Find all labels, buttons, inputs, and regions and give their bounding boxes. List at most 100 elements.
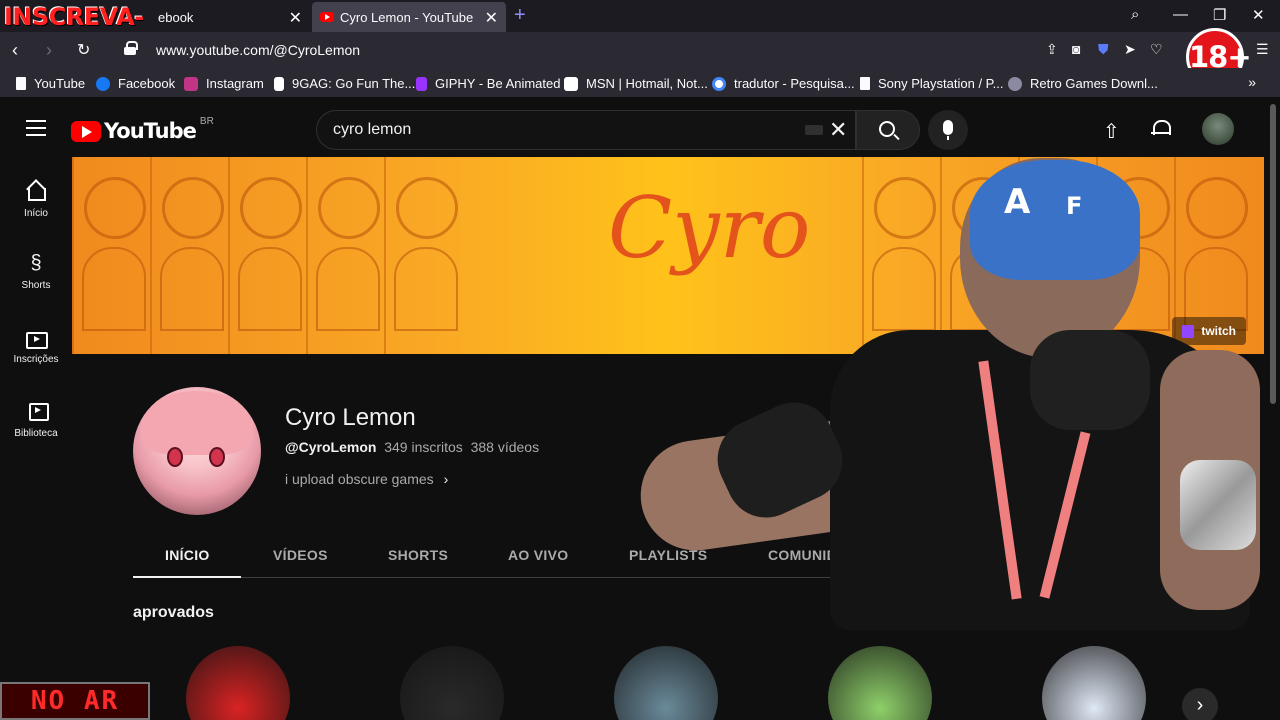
microphone-icon (943, 120, 953, 140)
voice-search-button[interactable] (928, 110, 968, 150)
address-bar[interactable]: www.youtube.com/@CyroLemon (156, 42, 360, 58)
bookmark-instagram[interactable]: Instagram (184, 76, 264, 91)
close-window-icon[interactable]: ✕ (1252, 6, 1265, 24)
sidebar-item-subscriptions[interactable]: Inscrições (0, 326, 72, 365)
close-tab-icon[interactable]: ✕ (289, 8, 302, 28)
featured-channel-avatar[interactable] (400, 646, 504, 720)
menu-icon[interactable]: ☰ (1256, 41, 1269, 58)
sidebar-item-label: Inscrições (13, 354, 59, 365)
chevron-right-icon: › (443, 471, 449, 487)
bookmark-playstation[interactable]: Sony Playstation / P... (860, 76, 1004, 91)
chevron-right-icon[interactable]: › (1182, 688, 1218, 720)
tab-label: Cyro Lemon - YouTube (340, 9, 474, 25)
forward-icon[interactable]: › (46, 40, 52, 61)
bookmark-label: YouTube (34, 76, 86, 91)
library-icon (25, 400, 49, 422)
featured-channel-avatar[interactable] (828, 646, 932, 720)
bookmark-facebook[interactable]: Facebook (96, 76, 175, 91)
google-icon (712, 76, 726, 91)
streamer-overlay: A F (633, 150, 1280, 650)
hamburger-menu-icon[interactable] (26, 120, 46, 136)
avatar-hair (141, 391, 253, 455)
search-button[interactable] (856, 110, 920, 150)
youtube-play-icon (71, 120, 101, 142)
channel-name: Cyro Lemon (285, 404, 416, 431)
lock-icon (124, 41, 138, 55)
page-scrollbar[interactable] (1270, 104, 1276, 404)
bookmark-retro-games[interactable]: Retro Games Downl... (1008, 76, 1158, 91)
tab-label: ebook (158, 9, 194, 25)
send-icon[interactable]: ➤ (1124, 41, 1136, 58)
tab-home[interactable]: INÍCIO (165, 547, 210, 563)
avatar-eye (167, 447, 183, 467)
clear-search-icon[interactable]: ✕ (829, 117, 847, 143)
subscriptions-icon (25, 326, 48, 349)
search-icon[interactable]: ⌕ (1131, 6, 1139, 23)
close-tab-icon[interactable]: ✕ (485, 8, 498, 28)
channel-avatar (133, 387, 261, 515)
subscribe-overlay: INSCREVA-SE (0, 0, 154, 65)
featured-channel-avatar[interactable] (186, 646, 290, 720)
shield-icon[interactable]: ⛊ (1098, 41, 1109, 58)
restore-icon[interactable]: ❐ (1213, 6, 1226, 24)
channel-description[interactable]: i upload obscure games › (285, 471, 448, 487)
featured-channel-avatar[interactable] (614, 646, 718, 720)
avatar-eye (209, 447, 225, 467)
search-input[interactable]: cyro lemon ✕ (316, 110, 856, 150)
bookmark-9gag[interactable]: 9GAG: Go Fun The... (274, 76, 415, 91)
notifications-bell-icon[interactable] (1151, 118, 1171, 138)
bookmark-label: Facebook (118, 76, 176, 91)
home-icon (25, 180, 47, 202)
retro-games-icon (1008, 76, 1022, 91)
sidebar-item-shorts[interactable]: § Shorts (0, 252, 72, 291)
msn-icon (564, 76, 578, 91)
upload-icon[interactable]: ⇧ (1103, 119, 1120, 144)
youtube-favicon-icon (320, 12, 334, 22)
more-bookmarks-icon[interactable]: » (1248, 74, 1256, 90)
streamer-wristband (1180, 460, 1256, 550)
banner-pattern (384, 157, 464, 354)
new-tab-button[interactable]: + (514, 4, 526, 27)
banner-pattern (72, 157, 152, 354)
camera-icon[interactable]: ◙ (1072, 41, 1080, 57)
bookmark-msn[interactable]: MSN | Hotmail, Not... (564, 76, 708, 91)
mask-letter: A (1004, 182, 1031, 222)
sidebar-item-label: Biblioteca (14, 428, 58, 439)
bookmark-youtube[interactable]: YouTube (16, 76, 85, 91)
youtube-logo[interactable]: YouTube BR (71, 115, 214, 143)
featured-channel-avatar[interactable] (1042, 646, 1146, 720)
tab-videos[interactable]: VÍDEOS (273, 547, 328, 563)
account-avatar[interactable] (1202, 113, 1234, 145)
shorts-icon: § (30, 252, 42, 274)
sidebar-item-library[interactable]: Biblioteca (0, 400, 72, 439)
bookmark-label: GIPHY - Be Animated (435, 76, 561, 91)
bookmarks-bar: YouTube Facebook Instagram 9GAG: Go Fun … (0, 68, 1280, 98)
country-code: BR (199, 115, 214, 127)
browser-tab-bar: ebook ✕ Cyro Lemon - YouTube ✕ + ⌕ — ❐ ✕ (0, 0, 1280, 32)
mask-letter: F (1066, 192, 1083, 220)
bookmark-label: MSN | Hotmail, Not... (586, 76, 708, 91)
heart-icon[interactable]: ♡ (1150, 41, 1163, 58)
search-query: cyro lemon (333, 121, 412, 138)
section-title: aprovados (133, 604, 214, 621)
reload-icon[interactable]: ↻ (77, 40, 90, 60)
bookmark-label: Retro Games Downl... (1030, 76, 1158, 91)
keyboard-icon[interactable] (805, 125, 823, 135)
browser-tab-youtube[interactable]: Cyro Lemon - YouTube ✕ (312, 2, 506, 32)
share-icon[interactable]: ⇪ (1046, 41, 1058, 58)
bookmark-giphy[interactable]: GIPHY - Be Animated (416, 76, 561, 91)
sidebar-item-home[interactable]: Início (0, 180, 72, 219)
minimize-icon[interactable]: — (1173, 6, 1188, 23)
bookmark-label: tradutor - Pesquisa... (734, 76, 855, 91)
banner-pattern (306, 157, 386, 354)
back-icon[interactable]: ‹ (12, 40, 18, 61)
page-icon (860, 77, 870, 90)
tab-shorts[interactable]: SHORTS (388, 547, 448, 563)
bookmark-google[interactable]: tradutor - Pesquisa... (712, 76, 855, 91)
browser-tab-facebook[interactable]: ebook ✕ (150, 2, 310, 32)
bookmark-label: 9GAG: Go Fun The... (292, 76, 416, 91)
banner-pattern (228, 157, 308, 354)
bookmark-label: Sony Playstation / P... (878, 76, 1004, 91)
tab-live[interactable]: AO VIVO (508, 547, 568, 563)
youtube-header: YouTube BR cyro lemon ✕ ⇧ (0, 99, 1280, 157)
